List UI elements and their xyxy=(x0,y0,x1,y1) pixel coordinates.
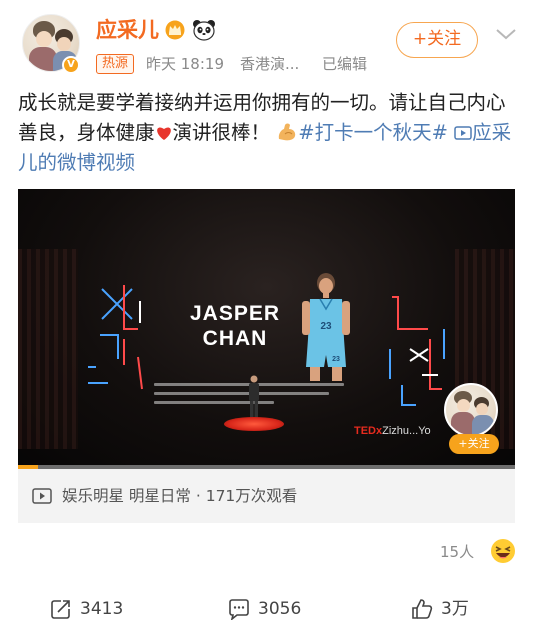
speaker-first-name: JASPER xyxy=(189,302,281,325)
shorts-number: 23 xyxy=(332,356,340,363)
video-info-bar[interactable]: 娱乐明星 明星日常 · 171万次观看 xyxy=(18,469,515,523)
comment-count: 3056 xyxy=(258,599,302,619)
panda-icon xyxy=(193,20,215,41)
repost-icon xyxy=(51,600,70,619)
crown-icon xyxy=(165,20,185,40)
speaker-figure xyxy=(249,375,259,419)
jersey-number: 23 xyxy=(320,321,332,332)
verified-badge-icon: V xyxy=(62,56,80,74)
post-text-tail: 演讲很棒！ xyxy=(172,121,271,144)
reaction-count[interactable]: 15人 xyxy=(440,541,474,563)
post-header: V 应采儿 热源 昨天 18:19 香港演... 已编辑 +关注 xyxy=(0,0,533,88)
like-count: 3万 xyxy=(441,599,469,619)
laughing-face-icon[interactable] xyxy=(490,538,516,564)
repost-count: 3413 xyxy=(80,599,124,619)
video-info-text: 娱乐明星 明星日常 · 171万次观看 xyxy=(62,487,298,505)
tedx-logo: TEDxZizhu...Yo xyxy=(354,425,431,437)
thumbs-up-icon xyxy=(412,599,433,619)
video-follow-button[interactable]: +关注 xyxy=(449,434,499,454)
hot-source-tag[interactable]: 热源 xyxy=(96,54,135,74)
video-player[interactable]: JASPER CHAN 23 23 TEDxZizhu...Yo +关注 xyxy=(18,189,515,469)
speaker-last-name: CHAN xyxy=(202,327,268,350)
action-bar: 3413 3056 3万 xyxy=(0,588,533,632)
basketball-player-image: 23 23 xyxy=(302,273,350,381)
comment-icon xyxy=(229,599,249,620)
tedx-logo-rest: Zizhu...Yo xyxy=(382,425,431,437)
post-text: 成长就是要学着接纳并运用你拥有的一切。请让自己内心善良，身体健康 演讲很棒！ #打… xyxy=(18,88,518,178)
red-circle-stage-carpet xyxy=(224,417,284,431)
hashtag-link[interactable]: #打卡一个秋天# xyxy=(298,121,448,144)
play-icon xyxy=(32,488,52,504)
flexed-biceps-icon xyxy=(279,123,296,141)
tedx-logo-red: TEDx xyxy=(354,425,383,437)
heart-icon xyxy=(156,127,171,140)
chevron-down-icon[interactable] xyxy=(494,26,518,42)
post-time: 昨天 18:19 xyxy=(146,55,224,73)
username[interactable]: 应采儿 xyxy=(96,17,159,43)
speaker-name: JASPER CHAN xyxy=(180,301,290,351)
follow-button[interactable]: +关注 xyxy=(396,22,478,58)
video-uploader-avatar[interactable] xyxy=(444,383,498,437)
post-source[interactable]: 香港演... xyxy=(240,54,299,74)
video-link-icon[interactable] xyxy=(454,125,472,141)
edited-label[interactable]: 已编辑 xyxy=(322,54,367,74)
